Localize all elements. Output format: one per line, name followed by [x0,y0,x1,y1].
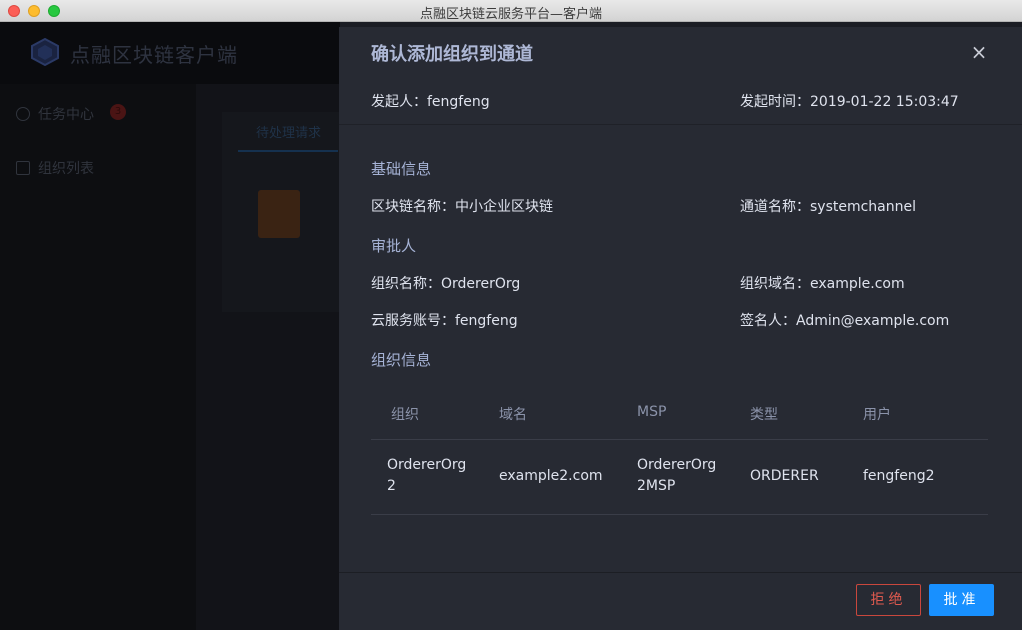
initiator-label: 发起人： [371,94,427,110]
column-header: 组织 [391,407,419,423]
cell-type: ORDERER [750,468,819,484]
close-icon[interactable]: × [967,40,991,64]
org-domain-label: 组织域名： [740,276,810,292]
table-row: OrdererOrg 2 example2.com OrdererOrg 2MS… [371,440,988,515]
sidebar-item-label: 组织列表 [38,161,94,177]
brand-name: 点融区块链客户端 [70,43,238,67]
sidebar-item-label: 任务中心 [38,107,94,123]
app-window: 点融区块链云服务平台—客户端 点融区块链客户端 任务中心 3 组织列表 待处理请… [0,0,1022,630]
tab-indicator [238,150,338,152]
signer-label: 签名人： [740,313,796,329]
cell-org-line: 2 [387,478,396,494]
basic-info-heading: 基础信息 [371,160,432,178]
column-header: 类型 [750,407,778,423]
signer-value: Admin@example.com [796,313,950,329]
brand-header: 点融区块链客户端 [0,22,340,84]
cell-domain: example2.com [499,468,603,484]
account-label: 云服务账号： [371,313,455,329]
footer-divider [339,572,1022,573]
signer-field: 签名人：Admin@example.com [740,310,949,330]
channel-value: systemchannel [810,199,917,215]
org-name-value: OrdererOrg [441,276,521,292]
cell-org-line: OrdererOrg [387,457,467,473]
time-field: 发起时间：2019-01-22 15:03:47 [740,91,959,111]
modal-title: 确认添加组织到通道 [371,44,533,65]
account-value: fengfeng [455,313,518,329]
column-header: MSP [637,404,667,420]
sidebar-item-orgs[interactable]: 组织列表 [16,158,94,178]
approve-button[interactable]: 批准 [929,584,994,616]
task-count-badge: 3 [110,104,126,120]
org-domain-field: 组织域名：example.com [740,273,905,293]
chain-label: 区块链名称： [371,199,455,215]
initiator-field: 发起人：fengfeng [371,91,490,111]
reject-button[interactable]: 拒绝 [856,584,921,616]
cell-msp: OrdererOrg 2MSP [637,455,716,497]
org-domain-value: example.com [810,276,905,292]
time-label: 发起时间： [740,94,810,110]
org-info-heading: 组织信息 [371,351,432,369]
share-icon [258,190,300,238]
header-divider [339,124,1022,125]
table-header: 组织 域名 MSP 类型 用户 [371,387,988,440]
org-name-label: 组织名称： [371,276,441,292]
window-title: 点融区块链云服务平台—客户端 [419,7,602,22]
chain-field: 区块链名称：中小企业区块链 [371,196,553,216]
channel-field: 通道名称：systemchannel [740,196,916,216]
channel-label: 通道名称： [740,199,810,215]
list-icon [16,161,30,175]
approver-heading: 审批人 [371,237,417,255]
sidebar-item-tasks[interactable]: 任务中心 [16,104,94,124]
check-circle-icon [16,107,30,121]
column-header: 域名 [499,407,527,423]
column-header: 用户 [863,407,891,423]
chain-value: 中小企业区块链 [455,199,553,215]
org-name-field: 组织名称：OrdererOrg [371,273,520,293]
tab-pending[interactable]: 待处理请求 [256,122,321,141]
logo-icon [31,38,59,66]
time-value: 2019-01-22 15:03:47 [810,94,959,110]
confirm-modal: 确认添加组织到通道 × 发起人：fengfeng 发起时间：2019-01-22… [339,27,1022,630]
cell-msp-line: OrdererOrg [637,457,717,473]
cell-org: OrdererOrg 2 [387,455,466,497]
title-bar: 点融区块链云服务平台—客户端 [0,0,1022,22]
cell-user: fengfeng2 [863,468,935,484]
account-field: 云服务账号：fengfeng [371,310,518,330]
cell-msp-line: 2MSP [637,478,676,494]
initiator-value: fengfeng [427,94,490,110]
